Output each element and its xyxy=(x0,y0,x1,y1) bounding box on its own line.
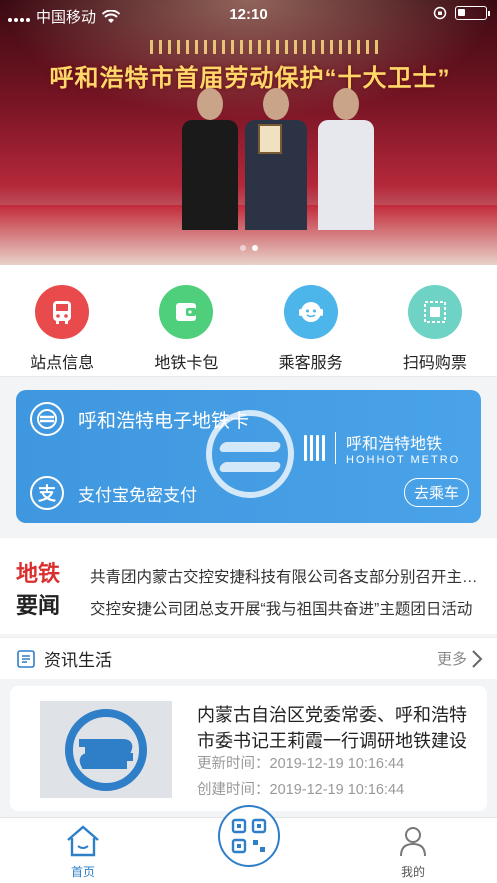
ticker-title: 地铁 要闻 xyxy=(16,558,60,622)
news-ticker[interactable]: 地铁 要闻 共青团内蒙古交控安捷科技有限公司各支部分别召开主题团日活动 交控安捷… xyxy=(0,538,497,634)
card-title: 呼和浩特电子地铁卡 xyxy=(78,410,250,432)
menu-scan-ticket[interactable]: 扫码购票 xyxy=(380,285,490,376)
metro-logo-icon xyxy=(65,708,147,791)
menu-label: 乘客服务 xyxy=(278,355,343,372)
article-updated: 更新时间：2019-12-19 10:16:44 xyxy=(197,756,405,772)
carousel-dot[interactable] xyxy=(251,245,258,251)
banner-carousel[interactable]: 呼和浩特市首届劳动保护“十大卫士” xyxy=(0,0,497,265)
carousel-dot[interactable] xyxy=(239,245,246,251)
scan-button[interactable] xyxy=(218,805,280,867)
qr-scan-icon xyxy=(231,818,267,854)
home-icon xyxy=(67,825,99,857)
ticker-title-line1: 地铁 xyxy=(16,561,61,586)
status-bar: 中国移动 12:10 xyxy=(0,0,497,30)
tab-home-label: 首页 xyxy=(70,865,95,879)
metro-card[interactable]: 呼和浩特电子地铁卡 呼和浩特地铁 HOHHOT METRO 支 支付宝免密支付 … xyxy=(16,390,481,523)
banner-person xyxy=(182,88,238,230)
rotation-lock-icon xyxy=(433,6,447,20)
mongolian-script-logo xyxy=(304,435,325,461)
certificate-image xyxy=(258,124,282,154)
ticker-item[interactable]: 交控安捷公司团总支开展“我与祖国共奋进”主题团日活动 xyxy=(90,594,482,626)
section-title: 资讯生活 xyxy=(44,651,112,670)
service-icon xyxy=(283,285,338,339)
menu-label: 站点信息 xyxy=(30,355,95,372)
wallet-icon xyxy=(159,285,214,339)
status-right xyxy=(433,6,490,20)
brand-name-en: HOHHOT METRO xyxy=(346,454,461,466)
section-header: 资讯生活 更多 xyxy=(0,637,497,679)
article-title: 内蒙古自治区党委常委、呼和浩特市委书记王莉霞一行调研地铁建设 xyxy=(197,705,467,751)
menu-station-info[interactable]: 站点信息 xyxy=(7,285,117,376)
menu-label: 地铁卡包 xyxy=(154,355,219,372)
go-ride-button[interactable]: 去乘车 xyxy=(403,478,469,507)
battery-icon xyxy=(455,6,490,20)
menu-label: 扫码购票 xyxy=(402,355,467,372)
quick-menu: 站点信息 地铁卡包 乘客服务 扫码购票 xyxy=(0,265,497,377)
carousel-dots xyxy=(0,245,497,251)
status-time: 12:10 xyxy=(229,6,268,23)
more-link[interactable]: 更多 xyxy=(437,648,483,669)
metro-brand: 呼和浩特地铁 HOHHOT METRO xyxy=(304,430,460,466)
brand-name-cn: 呼和浩特地铁 xyxy=(346,436,443,453)
tab-home[interactable]: 首页 xyxy=(48,824,118,880)
user-icon xyxy=(400,827,426,857)
bus-icon xyxy=(35,285,90,339)
banner-person xyxy=(318,88,374,230)
ticker-item[interactable]: 共青团内蒙古交控安捷科技有限公司各支部分别召开主题团日活动 xyxy=(90,562,482,594)
more-label: 更多 xyxy=(436,651,467,668)
qr-ticket-icon xyxy=(407,285,462,339)
chevron-right-icon xyxy=(472,649,483,668)
pay-label: 支付宝免密支付 xyxy=(78,485,197,505)
banner-person xyxy=(245,88,307,230)
tab-mine[interactable]: 我的 xyxy=(378,824,448,880)
article-card[interactable]: 内蒙古自治区党委常委、呼和浩特市委书记王莉霞一行调研地铁建设 更新时间：2019… xyxy=(10,686,487,811)
menu-metro-wallet[interactable]: 地铁卡包 xyxy=(131,285,241,376)
tab-mine-label: 我的 xyxy=(400,865,425,879)
article-created: 创建时间：2019-12-19 10:16:44 xyxy=(197,782,405,798)
alipay-icon: 支 xyxy=(30,476,64,510)
menu-passenger-service[interactable]: 乘客服务 xyxy=(256,285,366,376)
list-icon xyxy=(17,649,35,668)
metro-logo-icon xyxy=(30,402,64,436)
mongolian-script-decoration xyxy=(150,40,380,54)
article-thumbnail xyxy=(40,701,172,798)
ticker-title-line2: 要闻 xyxy=(16,593,61,618)
